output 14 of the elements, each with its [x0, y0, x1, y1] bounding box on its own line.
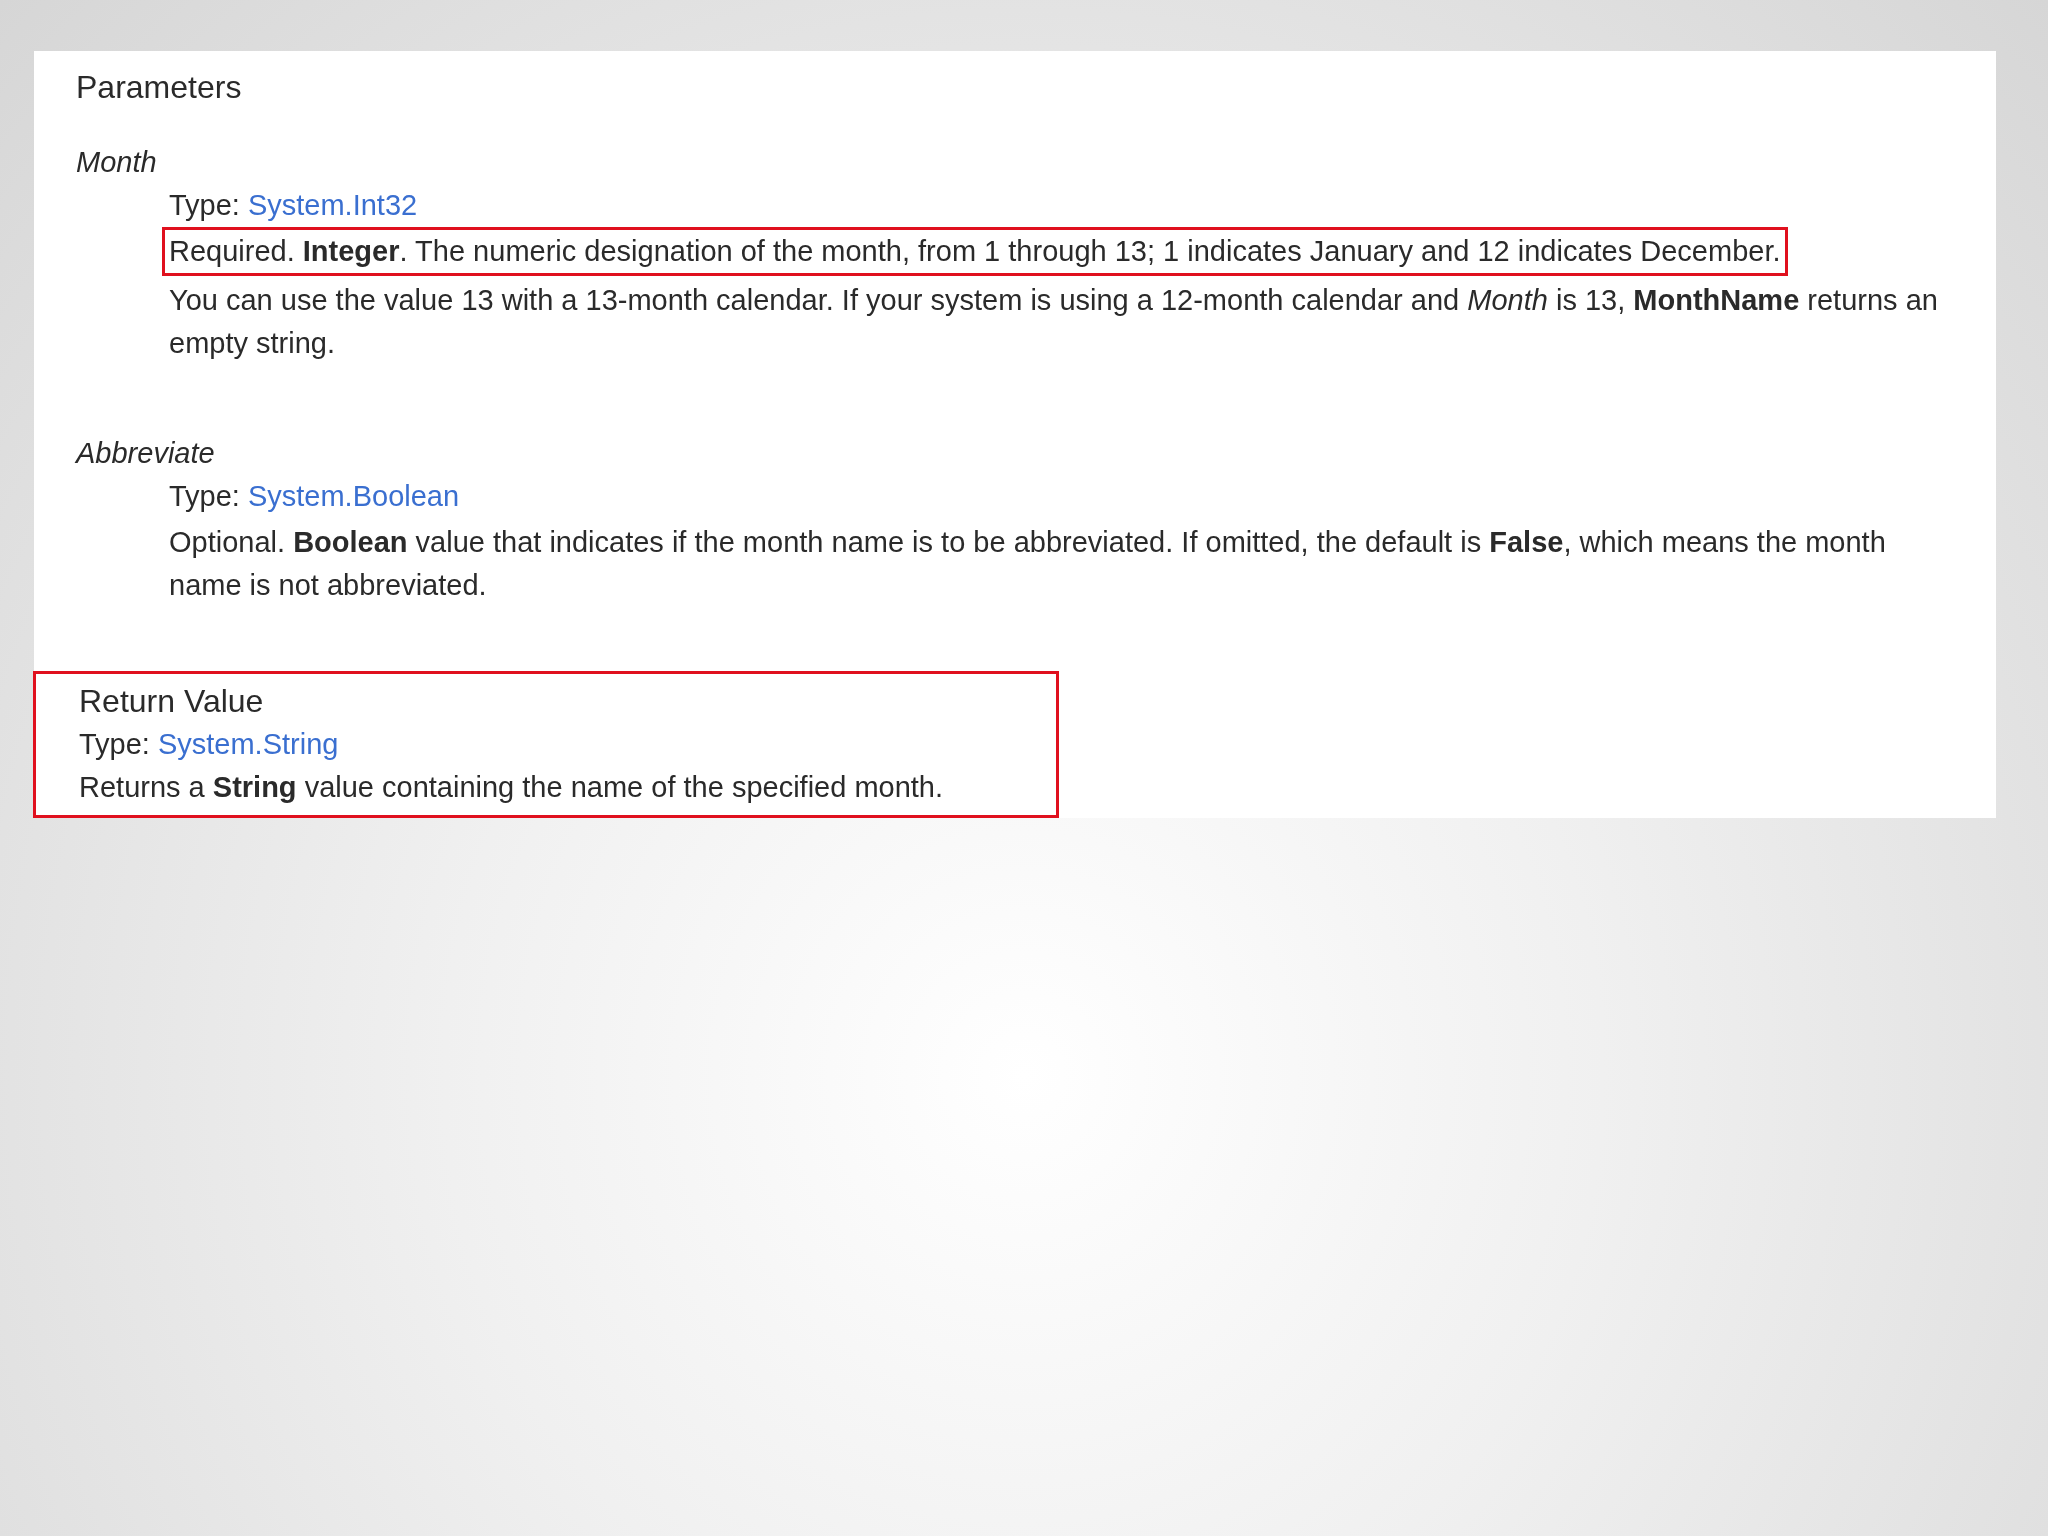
- return-description: Returns a String value containing the name of the specified month.: [79, 770, 944, 805]
- return-value-heading: Return Value: [79, 682, 264, 721]
- parameter-name: Month: [76, 145, 157, 180]
- section-title: Parameters: [76, 68, 242, 107]
- parameter-description: You can use the value 13 with a 13-month calendar. If your system is using a 12-month calendar and Month is 13, MonthName returns an empty string.: [168, 283, 1939, 361]
- type-label: Type:: [169, 479, 240, 514]
- parameter-name: Abbreviate: [76, 436, 215, 471]
- type-link[interactable]: System.Int32: [247, 184, 418, 227]
- parameter-description: Optional. Boolean value that indicates if the month name is to be abbreviated. If omitted, the default is False, which means the month name is not abbreviated.: [168, 525, 1887, 603]
- type-link[interactable]: System.String: [157, 723, 339, 766]
- type-link[interactable]: System.Boolean: [247, 475, 460, 518]
- type-label: Type:: [79, 727, 150, 762]
- type-label: Type:: [169, 188, 240, 223]
- highlighted-description: Required. Integer. The numeric designation of the month, from 1 through 13; 1 indicates January and 12 indicates December.: [162, 227, 1788, 276]
